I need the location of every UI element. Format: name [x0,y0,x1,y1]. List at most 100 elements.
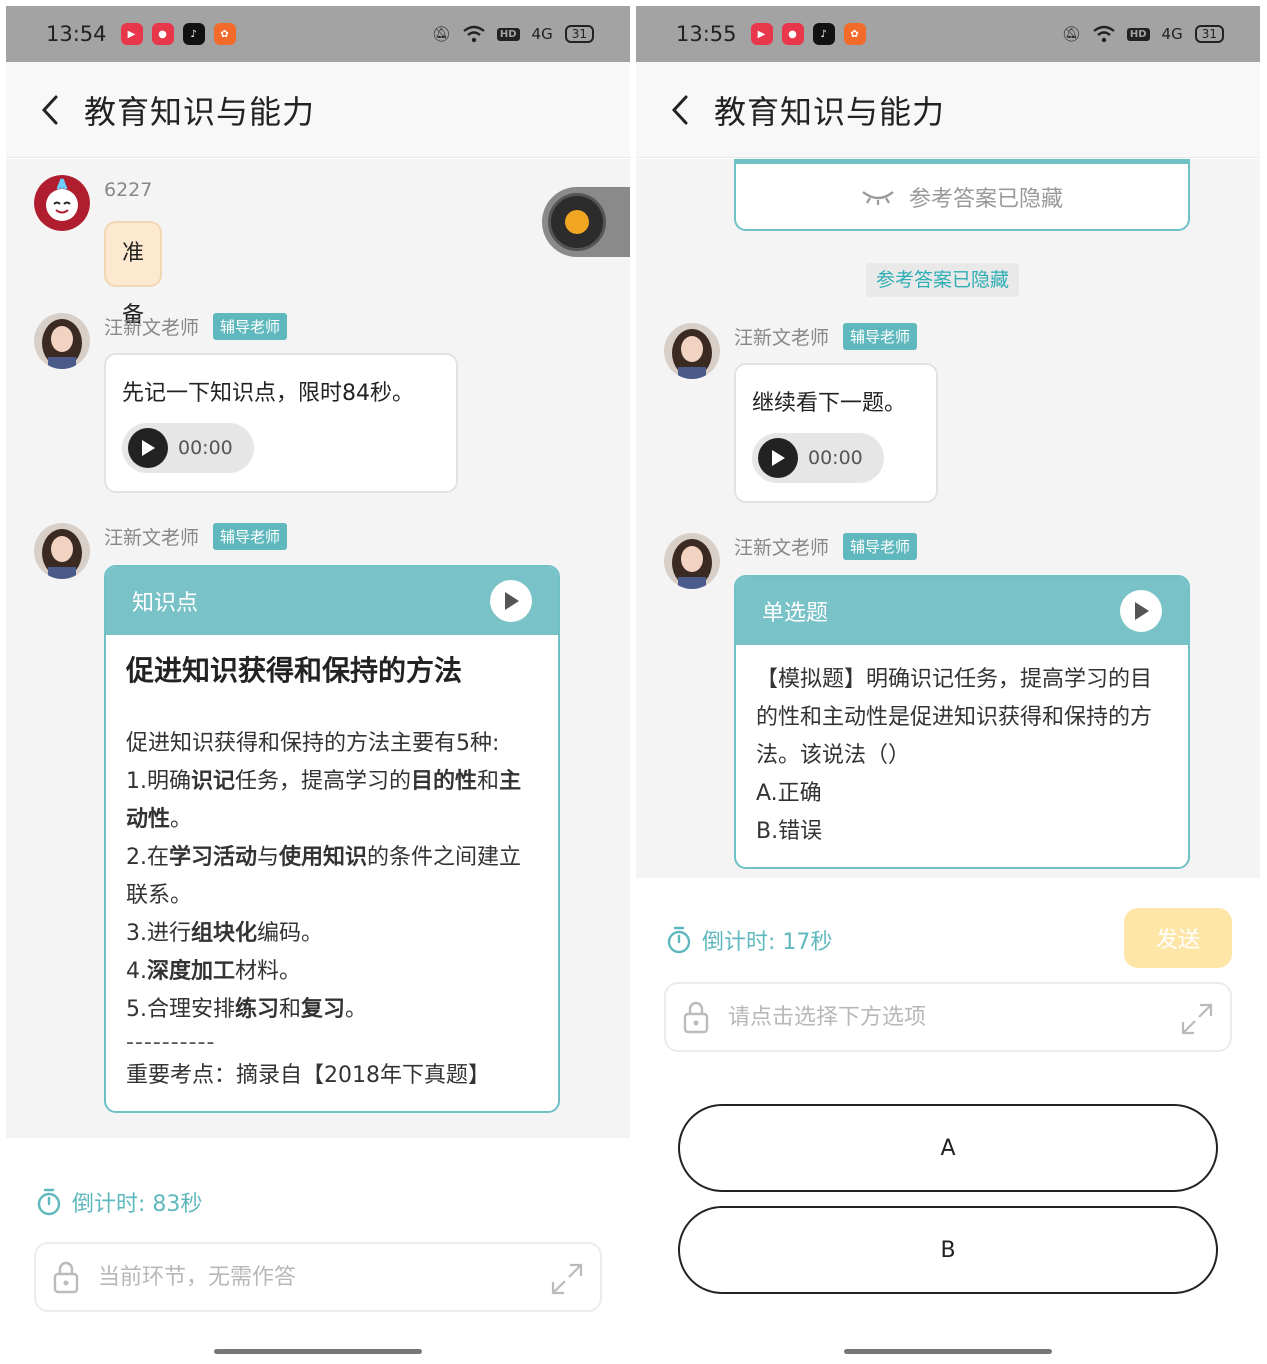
divider: ---------- [126,1030,216,1055]
option-a-button[interactable]: A [678,1104,1218,1192]
eye-closed-icon [862,190,894,205]
knowledge-point-5: 5.合理安排练习和复习。 [126,997,368,1022]
home-indicator[interactable] [214,1349,422,1354]
play-icon[interactable] [1120,590,1162,632]
home-indicator[interactable] [844,1349,1052,1354]
user-name: 6227 [104,179,153,201]
teacher-name-row: 汪新文老师 辅导老师 [104,313,288,340]
answer-input[interactable] [98,1264,518,1290]
footer: 倒计时: 83秒 [6,1138,630,1358]
knowledge-intro: 促进知识获得和保持的方法主要有5种: [126,731,500,756]
tutor-badge: 辅导老师 [843,323,918,350]
teacher-avatar[interactable] [34,313,90,369]
page-title: 教育知识与能力 [84,92,316,131]
question-text: 【模拟题】明确识记任务，提高学习的目的性和主动性是促进知识获得和保持的方法。该说… [756,667,1153,768]
status-app-icons: ▶ ● ♪ ✿ [750,23,866,45]
tiktok-icon: ♪ [812,23,835,45]
floating-music-button[interactable] [542,187,630,257]
expand-icon[interactable] [550,1262,584,1300]
send-button[interactable]: 发送 [1124,908,1232,968]
orange-app-icon: ✿ [213,23,236,45]
lock-icon [53,1261,79,1294]
voice-time: 00:00 [808,447,863,469]
teacher-name: 汪新文老师 [734,327,830,349]
question-option-a: A.正确 [756,781,822,806]
question-card: 单选题 【模拟题】明确识记任务，提高学习的目的性和主动性是促进知识获得和保持的方… [734,575,1190,869]
answer-input-box[interactable] [664,982,1232,1052]
signal-icon: 4G [531,25,553,43]
teacher-name: 汪新文老师 [104,317,200,339]
teacher-avatar[interactable] [664,533,720,589]
expand-icon[interactable] [1180,1002,1214,1040]
teacher-name-row: 汪新文老师 辅导老师 [734,323,918,350]
card-body: 促进知识获得和保持的方法 促进知识获得和保持的方法主要有5种: 1.明确识记任务… [106,635,558,1111]
page-title: 教育知识与能力 [714,92,946,131]
teacher-text: 先记一下知识点，限时84秒。 [122,381,414,406]
status-bar: 13:55 ▶ ● ♪ ✿ 🔕︎ HD 4G 31 [636,6,1260,62]
music-disc-icon [548,193,606,251]
answer-input-box[interactable] [34,1242,602,1312]
battery-icon: 31 [1194,25,1224,43]
countdown-text: 倒计时: 83秒 [72,1192,203,1217]
right-screen: 13:55 ▶ ● ♪ ✿ 🔕︎ HD 4G 31 教育知识与能力 参考答案已隐… [636,6,1260,1358]
card-header-label: 知识点 [132,591,199,616]
status-indicators: 🔕︎ HD 4G 31 [1062,25,1224,43]
status-time: 13:54 [46,22,107,46]
left-screen: 13:54 ▶ ● ♪ ✿ 🔕︎ HD 4G 31 教育知识与能力 6227 准… [6,6,630,1358]
teacher-name: 汪新文老师 [734,537,830,559]
mute-icon: 🔕︎ [431,25,451,43]
back-icon[interactable] [30,90,70,130]
countdown: 倒计时: 17秒 [666,924,832,956]
teacher-text: 继续看下一题。 [752,391,907,416]
red-app-icon: ● [781,23,804,45]
hd-icon: HD [1126,27,1150,41]
video-app-icon: ▶ [120,23,143,45]
timer-icon [37,1188,61,1216]
play-icon[interactable] [490,580,532,622]
battery-icon: 31 [564,25,594,43]
user-bubble[interactable]: 准备好了 [104,221,163,452]
option-b-button[interactable]: B [678,1206,1218,1294]
knowledge-card: 知识点 促进知识获得和保持的方法 促进知识获得和保持的方法主要有5种: 1.明确… [104,565,560,1113]
chat-area[interactable]: 参考答案已隐藏 参考答案已隐藏 汪新文老师 辅导老师 继续看下一题。 00:00 [636,159,1260,878]
user-avatar[interactable] [34,175,90,231]
wifi-icon [463,25,485,43]
question-option-b: B.错误 [756,819,823,844]
answer-hidden-text: 参考答案已隐藏 [908,186,1063,212]
status-indicators: 🔕︎ HD 4G 31 [432,25,594,43]
card-body: 【模拟题】明确识记任务，提高学习的目的性和主动性是促进知识获得和保持的方法。该说… [736,645,1188,867]
timer-icon [667,926,691,954]
knowledge-point-1: 1.明确识记任务，提高学习的目的性和主动性。 [126,769,522,832]
lock-icon [683,1001,709,1034]
status-app-icons: ▶ ● ♪ ✿ [120,23,236,45]
chat-area[interactable]: 6227 准备好了 汪新文老师 辅导老师 先记一下知识点，限时84秒。 00:0… [6,159,630,1138]
back-icon[interactable] [660,90,700,130]
status-bar: 13:54 ▶ ● ♪ ✿ 🔕︎ HD 4G 31 [6,6,630,62]
card-header-label: 单选题 [762,601,829,626]
teacher-bubble: 先记一下知识点，限时84秒。 00:00 [104,353,458,493]
card-header: 单选题 [736,577,1188,645]
tutor-badge: 辅导老师 [843,533,918,560]
knowledge-point-3: 3.进行组块化编码。 [126,921,324,946]
answer-hidden-box: 参考答案已隐藏 [734,159,1190,231]
mute-icon: 🔕︎ [1061,25,1081,43]
signal-icon: 4G [1161,25,1183,43]
countdown: 倒计时: 83秒 [36,1186,202,1218]
knowledge-title: 促进知识获得和保持的方法 [126,654,463,687]
play-icon[interactable] [758,438,798,478]
knowledge-point-2: 2.在学习活动与使用知识的条件之间建立联系。 [126,845,522,908]
teacher-name: 汪新文老师 [104,527,200,549]
voice-player[interactable]: 00:00 [752,433,884,483]
play-icon[interactable] [128,428,168,468]
teacher-bubble: 继续看下一题。 00:00 [734,363,938,503]
teacher-name-row: 汪新文老师 辅导老师 [734,533,918,560]
teacher-avatar[interactable] [664,323,720,379]
teacher-avatar[interactable] [34,523,90,579]
video-app-icon: ▶ [750,23,773,45]
voice-time: 00:00 [178,437,233,459]
red-app-icon: ● [151,23,174,45]
answer-input[interactable] [728,1004,1148,1030]
voice-player[interactable]: 00:00 [122,423,254,473]
knowledge-source: 重要考点：摘录自【2018年下真题】 [126,1063,490,1088]
knowledge-point-4: 4.深度加工材料。 [126,959,302,984]
